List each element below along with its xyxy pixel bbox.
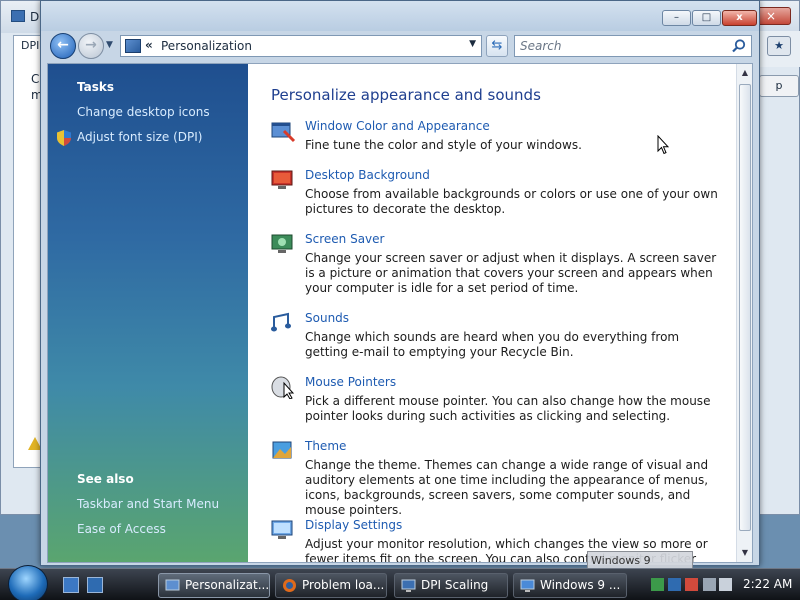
start-button[interactable] <box>8 565 48 600</box>
display-settings-link[interactable]: Display Settings <box>305 518 402 532</box>
theme-link[interactable]: Theme <box>305 439 346 453</box>
taskbar-button-personalization[interactable]: Personalizat... <box>158 573 270 598</box>
tasks-pane: Tasks Change desktop icons Adjust font s… <box>48 64 248 562</box>
screen-saver-link[interactable]: Screen Saver <box>305 232 384 246</box>
close-button[interactable]: x <box>722 10 757 26</box>
maximize-button[interactable]: □ <box>692 10 721 26</box>
breadcrumb-overflow[interactable]: « <box>145 38 153 52</box>
ease-of-access-link[interactable]: Ease of Access <box>77 522 166 536</box>
scroll-up-arrow-icon[interactable]: ▲ <box>738 66 752 80</box>
content-area: Tasks Change desktop icons Adjust font s… <box>47 63 753 563</box>
taskbar-button-windows9[interactable]: Windows 9 ... <box>513 573 627 598</box>
theme-icon <box>272 441 292 459</box>
mouse-pointers-link[interactable]: Mouse Pointers <box>305 375 396 389</box>
item-description: Change the theme. Themes can change a wi… <box>305 458 709 517</box>
window-color-icon <box>271 122 296 143</box>
vertical-scrollbar[interactable]: ▲ ▼ <box>736 64 752 562</box>
monitor-icon <box>401 579 416 592</box>
taskbar: Personalizat... Problem loa... DPI Scali… <box>0 565 800 600</box>
search-placeholder: Search <box>520 39 562 53</box>
clock[interactable]: 2:22 AM <box>743 577 792 591</box>
see-also-heading: See also <box>77 472 134 486</box>
scroll-down-arrow-icon[interactable]: ▼ <box>738 546 752 560</box>
address-bar[interactable]: « Personalization ▼ <box>120 35 482 57</box>
taskbar-start-menu-link[interactable]: Taskbar and Start Menu <box>77 497 219 511</box>
item-description: Change your screen saver or adjust when … <box>305 251 717 295</box>
background-side-button[interactable]: p <box>759 75 799 97</box>
tray-app-icon[interactable] <box>668 578 681 591</box>
tray-alert-icon[interactable] <box>685 578 698 591</box>
page-title: Personalize appearance and sounds <box>271 86 541 104</box>
change-desktop-icons-link[interactable]: Change desktop icons <box>77 105 210 119</box>
uac-shield-icon <box>57 130 71 146</box>
network-icon[interactable] <box>703 578 716 591</box>
volume-muted-icon[interactable] <box>719 578 732 591</box>
taskbar-button-label: Problem loa... <box>302 578 385 592</box>
background-dpi-label: DPI <box>21 39 40 52</box>
firefox-icon <box>283 579 296 592</box>
window-color-link[interactable]: Window Color and Appearance <box>305 119 490 133</box>
control-panel-icon <box>125 39 141 53</box>
desktop-background-link[interactable]: Desktop Background <box>305 168 430 182</box>
personalization-window[interactable]: – □ x ← → ▼ « Personalization ▼ ⇆ Search… <box>40 0 760 566</box>
taskbar-button-label: DPI Scaling <box>421 578 489 592</box>
tasks-heading: Tasks <box>77 80 115 94</box>
favorites-star-icon[interactable]: ★ <box>767 36 791 56</box>
minimize-button[interactable]: – <box>662 10 691 26</box>
mouse-pointer-icon <box>271 376 295 399</box>
show-desktop-icon[interactable] <box>63 577 79 593</box>
control-panel-icon <box>165 579 180 591</box>
taskbar-button-dpi-scaling[interactable]: DPI Scaling <box>394 573 508 598</box>
mouse-cursor-icon <box>657 135 669 155</box>
item-description: Pick a different mouse pointer. You can … <box>305 394 711 423</box>
desktop-background-icon <box>271 170 293 189</box>
search-input[interactable]: Search <box>514 35 752 57</box>
tray-security-icon[interactable] <box>651 578 664 591</box>
refresh-button[interactable]: ⇆ <box>486 35 508 57</box>
taskbar-button-problem[interactable]: Problem loa... <box>275 573 387 598</box>
monitor-icon <box>520 579 535 592</box>
forward-button[interactable]: → <box>78 33 104 59</box>
navigation-bar: ← → ▼ « Personalization ▼ ⇆ Search <box>41 31 759 61</box>
monitor-icon <box>11 10 25 22</box>
breadcrumb-personalization[interactable]: Personalization <box>161 39 252 53</box>
display-settings-icon <box>271 520 293 539</box>
back-button[interactable]: ← <box>50 33 76 59</box>
item-description: Choose from available backgrounds or col… <box>305 187 718 216</box>
adjust-font-size-link[interactable]: Adjust font size (DPI) <box>77 130 202 144</box>
screen-saver-icon <box>271 234 293 253</box>
sounds-icon <box>271 312 291 332</box>
window-titlebar[interactable]: – □ x <box>41 1 759 31</box>
recent-pages-dropdown-icon[interactable]: ▼ <box>106 40 113 50</box>
scrollbar-thumb[interactable] <box>739 84 751 531</box>
taskbar-button-label: Windows 9 ... <box>540 578 621 592</box>
sounds-link[interactable]: Sounds <box>305 311 349 325</box>
address-dropdown-icon[interactable]: ▼ <box>469 39 476 49</box>
search-icon[interactable] <box>731 38 747 54</box>
switch-windows-icon[interactable] <box>87 577 103 593</box>
taskbar-button-label: Personalizat... <box>185 578 270 592</box>
item-description: Change which sounds are heard when you d… <box>305 330 680 359</box>
